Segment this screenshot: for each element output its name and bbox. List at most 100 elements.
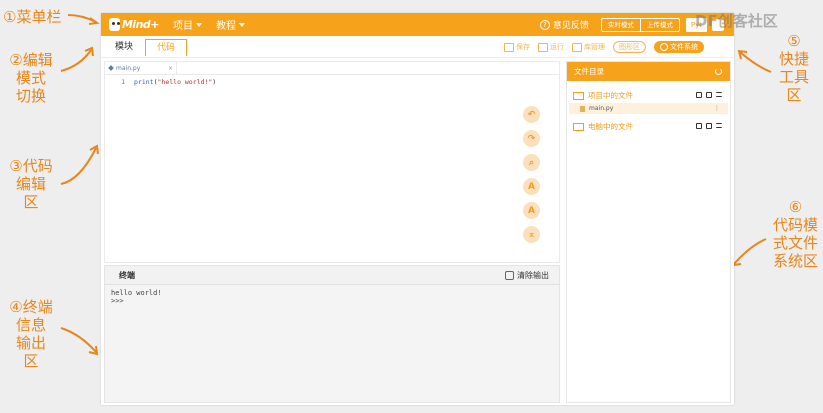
library-label: 库管理	[584, 43, 605, 51]
annotation-terminal-line2: 信息	[15, 316, 46, 334]
arrow-terminal	[60, 327, 99, 356]
arrow-code-editor	[60, 144, 99, 185]
terminal-output[interactable]: hello world! >>>	[105, 285, 559, 402]
scroll-top-icon[interactable]: ⌅	[523, 226, 540, 243]
search-icon[interactable]: ⌕	[523, 154, 540, 171]
computer-files-label: 电脑中的文件	[588, 122, 633, 131]
annotation-shortcut-line2: 快捷	[778, 50, 809, 68]
menubar: Mind+ 项目 教程 ? 意见反馈 实时模式 上传模式 Pyt	[101, 13, 734, 36]
mode-upload-button[interactable]: 上传模式	[639, 18, 679, 31]
play-icon	[538, 42, 548, 52]
tab-code[interactable]: 代码	[145, 39, 187, 56]
menu-icon[interactable]	[716, 123, 722, 128]
annotation-filesys-line1: ⑥	[788, 198, 803, 216]
menu-project[interactable]: 项目	[173, 17, 202, 32]
arrow-menubar	[67, 14, 100, 25]
filesystem-button[interactable]: 文件系统	[654, 41, 704, 53]
code-function: print	[134, 78, 154, 86]
annotation-terminal-line1: ④终端	[9, 298, 53, 316]
line-number: 1	[121, 78, 125, 86]
file-panel-title: 文件目录	[574, 67, 604, 76]
zoom-out-icon[interactable]: A	[523, 202, 540, 219]
terminal-line: hello world!	[111, 289, 162, 297]
zoom-in-icon[interactable]: A	[523, 178, 540, 195]
chevron-down-icon	[239, 22, 245, 27]
file-panel-header: 文件目录	[567, 62, 730, 81]
terminal-panel: 终端 清除输出 hello world! >>>	[104, 265, 560, 403]
redo-icon[interactable]: ↷	[523, 130, 540, 147]
monitor-icon	[573, 122, 584, 131]
editor-tab-label: main.py	[116, 65, 141, 72]
project-files-actions	[692, 92, 722, 98]
code-editor[interactable]: main.py × 1 print("hello world!") ↶ ↷ ⌕ …	[104, 61, 560, 263]
refresh-icon[interactable]	[715, 68, 722, 75]
annotation-edit-mode: ②编辑 模式 切换	[4, 51, 58, 105]
chevron-down-icon	[196, 22, 202, 27]
arrow-shortcut-tools	[737, 49, 772, 73]
arrow-file-system	[732, 238, 767, 267]
new-file-icon[interactable]	[696, 92, 702, 98]
library-button[interactable]: 库管理	[572, 42, 605, 52]
menu-project-label: 项目	[173, 21, 193, 32]
terminal-prompt: >>>	[111, 297, 124, 305]
annotation-code-editor-line3: 区	[23, 193, 39, 211]
more-icon[interactable]: ⋮	[714, 103, 720, 114]
close-icon[interactable]: ×	[168, 62, 173, 75]
question-icon: ?	[539, 19, 550, 30]
annotation-filesys-line4: 系统区	[772, 252, 818, 270]
run-label: 运行	[550, 43, 564, 51]
file-item-label: main.py	[589, 105, 614, 112]
annotation-edit-mode-line3: 切换	[15, 87, 46, 105]
file-icon	[580, 105, 585, 112]
run-button[interactable]: 运行	[538, 42, 564, 52]
code-string: "hello world!"	[157, 78, 213, 86]
annotation-code-editor-line2: 编辑	[15, 175, 46, 193]
stage: ①菜单栏 ②编辑 模式 切换 ③代码 编辑 区 ④终端 信息 输出 区 ⑤ 快捷…	[0, 0, 823, 413]
annotation-terminal-line3: 输出	[15, 334, 46, 352]
annotation-filesys-line2: 代码模	[772, 216, 818, 234]
undo-icon[interactable]: ↶	[523, 106, 540, 123]
annotation-shortcut-tools: ⑤ 快捷 工具 区	[768, 32, 820, 104]
arrow-edit-mode	[60, 46, 94, 72]
save-button[interactable]: 保存	[504, 42, 530, 52]
computer-files-actions	[692, 123, 722, 129]
annotation-shortcut-line1: ⑤	[787, 32, 801, 50]
feedback-button[interactable]: ? 意见反馈	[539, 18, 589, 31]
new-folder-icon[interactable]	[706, 123, 712, 129]
annotation-terminal: ④终端 信息 输出 区	[4, 298, 58, 370]
file-panel: 文件目录 项目中的文件 main.py ⋮ 电脑中的文件	[566, 61, 731, 403]
mindplus-logo[interactable]: Mind+	[109, 16, 160, 33]
menu-icon[interactable]	[716, 92, 722, 97]
editor-side-tools: ↶ ↷ ⌕ A A ⌅	[523, 106, 541, 250]
clear-output-button[interactable]: 清除输出	[505, 266, 549, 285]
project-files-folder[interactable]: 项目中的文件	[567, 88, 730, 103]
annotation-edit-mode-line1: ②编辑	[9, 51, 53, 69]
graphics-button[interactable]: 图形区	[613, 41, 646, 53]
code-line[interactable]: 1 print("hello world!")	[105, 78, 216, 86]
logo-text: Mind+	[121, 18, 160, 31]
python-file-icon	[108, 65, 114, 71]
library-icon	[572, 42, 582, 52]
clear-icon	[505, 271, 514, 280]
new-folder-icon[interactable]	[706, 92, 712, 98]
menu-tutorial[interactable]: 教程	[216, 17, 245, 32]
clear-output-label: 清除输出	[517, 271, 549, 280]
annotation-code-editor: ③代码 编辑 区	[4, 157, 58, 211]
editor-tab-main[interactable]: main.py ×	[105, 62, 177, 75]
watermark: DF创客社区	[695, 10, 778, 31]
annotation-file-system: ⑥ 代码模 式文件 系统区	[768, 198, 823, 270]
file-item-main[interactable]: main.py ⋮	[569, 103, 728, 114]
watermark-text: DF创客社区	[695, 12, 778, 30]
save-label: 保存	[516, 43, 530, 51]
mode-realtime-button[interactable]: 实时模式	[602, 19, 640, 31]
mode-switch: 实时模式 上传模式	[600, 17, 680, 32]
tab-blocks[interactable]: 模块	[103, 39, 145, 56]
computer-files-folder[interactable]: 电脑中的文件	[567, 119, 730, 134]
app-window: Mind+ 项目 教程 ? 意见反馈 实时模式 上传模式 Pyt 模块 代码 保…	[101, 13, 734, 405]
graphics-label: 图形区	[619, 43, 640, 51]
new-file-icon[interactable]	[696, 123, 702, 129]
logo-icon	[109, 18, 120, 31]
terminal-title: 终端	[119, 271, 135, 280]
annotation-terminal-line4: 区	[23, 352, 39, 370]
annotation-edit-mode-line2: 模式	[15, 69, 46, 87]
